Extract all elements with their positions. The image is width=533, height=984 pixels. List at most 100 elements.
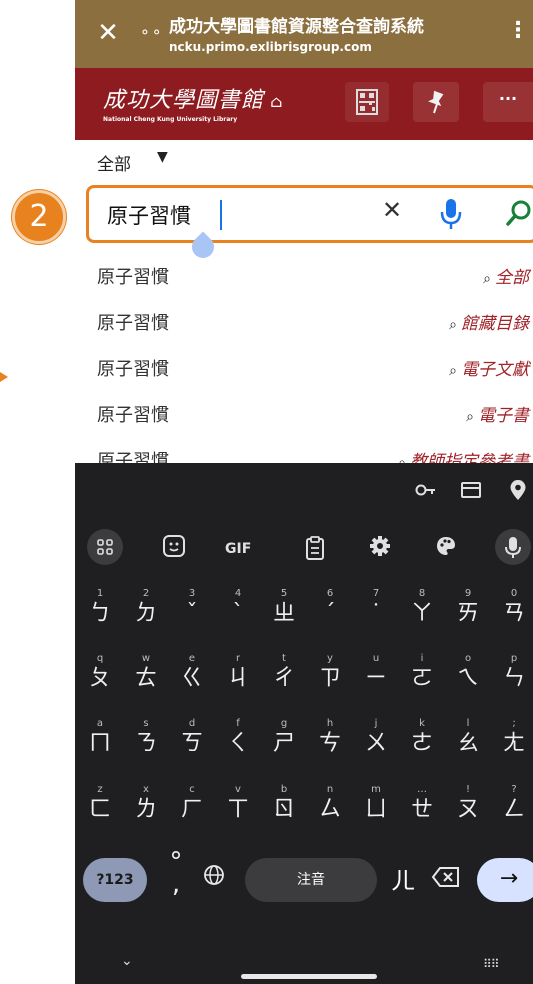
library-header: 成功大學圖書館 ⌂ National Cheng Kung University… xyxy=(75,68,533,140)
keyboard-key[interactable]: ! ㄡ xyxy=(448,783,488,823)
settings-gear-icon[interactable] xyxy=(369,535,391,561)
suggestion-item[interactable]: 原子習慣 ⌕ 館藏目錄 xyxy=(75,301,533,347)
backspace-icon[interactable] xyxy=(431,866,461,892)
keyboard-key[interactable]: xㄌ xyxy=(126,783,166,823)
suggestion-item[interactable]: 原子習慣 ⌕ 電子文獻 xyxy=(75,347,533,393)
search-icon[interactable] xyxy=(504,196,533,236)
keyboard-key[interactable]: wㄊ xyxy=(126,652,166,692)
clear-icon[interactable]: ✕ xyxy=(382,196,402,224)
keyboard-key[interactable]: 9ㄞ xyxy=(448,587,488,627)
close-icon[interactable]: ✕ xyxy=(93,18,123,48)
er-key[interactable]: ㄦ xyxy=(391,861,415,896)
page-title: 成功大學圖書館資源整合查詢系統 xyxy=(169,17,424,37)
punctuation-key[interactable]: °, xyxy=(159,849,193,897)
search-box[interactable]: 原子習慣 ✕ xyxy=(86,185,533,243)
hide-keyboard-icon[interactable]: ⌄ xyxy=(121,953,133,969)
key-label: ㄎ xyxy=(180,731,203,756)
suggestion-item[interactable]: 原子習慣 ⌕ 全部 xyxy=(75,255,533,301)
keyboard-key[interactable]: iㄛ xyxy=(402,652,442,692)
key-hint-label: 3 xyxy=(188,588,196,599)
keyboard-key[interactable]: 3ˇ xyxy=(172,587,212,627)
keyboard-key[interactable]: hㄘ xyxy=(310,717,350,757)
key-hint-label: f xyxy=(236,718,240,729)
gif-button[interactable]: GIF xyxy=(225,541,251,557)
key-label: ㄥ xyxy=(502,797,525,822)
microphone-icon[interactable] xyxy=(439,196,463,236)
keyboard-key[interactable]: aㄇ xyxy=(80,717,120,757)
keyboard-key[interactable]: 1ㄅ xyxy=(80,587,120,627)
qr-code-button[interactable] xyxy=(345,82,389,122)
keyboard-key[interactable]: kㄜ xyxy=(402,717,442,757)
keyboard-key[interactable]: 6ˊ xyxy=(310,587,350,627)
keyboard-key[interactable]: bㄖ xyxy=(264,783,304,823)
key-label: ㄖ xyxy=(272,797,295,822)
apps-grid-button[interactable] xyxy=(87,529,123,565)
key-hint-label: x xyxy=(143,784,149,795)
keyboard-key[interactable]: … ㄝ xyxy=(402,783,442,823)
pin-button[interactable] xyxy=(413,82,459,122)
voice-input-button[interactable] xyxy=(495,529,531,565)
clipboard-icon[interactable] xyxy=(303,535,327,565)
suggestion-item[interactable]: 原子習慣 ⌕ 電子書 xyxy=(75,393,533,439)
key-label: ㄤ xyxy=(502,731,525,756)
keyboard-key[interactable]: uㄧ xyxy=(356,652,396,692)
key-hint-label: d xyxy=(188,718,196,729)
search-scope-dropdown[interactable]: 全部 xyxy=(97,150,131,175)
home-indicator[interactable] xyxy=(241,974,377,979)
key-label: ㄑ xyxy=(226,731,249,756)
location-pin-icon[interactable] xyxy=(509,479,527,501)
key-hint-label: 0 xyxy=(510,588,518,599)
library-logo[interactable]: 成功大學圖書館 ⌂ National Cheng Kung University… xyxy=(103,82,283,123)
keyboard-key[interactable]: eㄍ xyxy=(172,652,212,692)
keyboard-key[interactable]: sㄋ xyxy=(126,717,166,757)
text-cursor xyxy=(220,200,222,230)
keyboard-key[interactable]: rㄐ xyxy=(218,652,258,692)
keyboard-key[interactable]: yㄗ xyxy=(310,652,350,692)
key-hint-label: 6 xyxy=(326,588,334,599)
keyboard-key[interactable]: 7 ˙ xyxy=(356,587,396,627)
space-key[interactable]: 注音 xyxy=(245,858,377,902)
keyboard-key[interactable]: ? ㄥ xyxy=(494,783,533,823)
keyboard-key[interactable]: cㄏ xyxy=(172,783,212,823)
palette-icon[interactable] xyxy=(435,535,457,561)
credit-card-icon[interactable] xyxy=(460,481,482,499)
more-options-button[interactable]: ··· xyxy=(483,82,533,122)
key-hint-label: v xyxy=(235,784,241,795)
keyboard-key[interactable]: 4ˋ xyxy=(218,587,258,627)
key-hint-label: m xyxy=(371,784,381,795)
keyboard-key[interactable]: 5ㄓ xyxy=(264,587,304,627)
keyboard-key[interactable]: mㄩ xyxy=(356,783,396,823)
keyboard-key[interactable]: tㄔ xyxy=(264,652,304,692)
keyboard-key[interactable]: nㄙ xyxy=(310,783,350,823)
suggestion-text: 原子習慣 xyxy=(97,313,169,334)
sticker-icon[interactable] xyxy=(159,533,189,563)
keyboard-key[interactable]: 8ㄚ xyxy=(402,587,442,627)
keyboard-key[interactable]: vㄒ xyxy=(218,783,258,823)
key-label: ㄗ xyxy=(318,666,341,691)
symbols-key[interactable]: ?123 xyxy=(83,858,147,902)
keyboard-key[interactable]: ; ㄤ xyxy=(494,717,533,757)
keyboard-key[interactable]: oㄟ xyxy=(448,652,488,692)
password-key-icon[interactable] xyxy=(415,481,437,499)
key-hint-label: … xyxy=(417,784,427,795)
key-label: ㄉ xyxy=(134,601,157,626)
keyboard-key[interactable]: 2ㄉ xyxy=(126,587,166,627)
keyboard-key[interactable]: qㄆ xyxy=(80,652,120,692)
keyboard-key[interactable]: zㄈ xyxy=(80,783,120,823)
key-hint-label: 2 xyxy=(142,588,150,599)
keyboard-key[interactable]: gㄕ xyxy=(264,717,304,757)
search-input[interactable]: 原子習慣 xyxy=(107,200,191,230)
keyboard-key[interactable]: jㄨ xyxy=(356,717,396,757)
keyboard-switch-icon[interactable]: ⠿⠿ xyxy=(483,957,500,971)
enter-key[interactable]: → xyxy=(477,858,533,902)
keyboard-key[interactable]: 0ㄢ xyxy=(494,587,533,627)
keyboard-key[interactable]: lㄠ xyxy=(448,717,488,757)
browser-menu-icon[interactable]: ⋮ xyxy=(507,18,529,43)
keyboard-key[interactable]: pㄣ xyxy=(494,652,533,692)
keyboard-key[interactable]: dㄎ xyxy=(172,717,212,757)
keyboard-key[interactable]: fㄑ xyxy=(218,717,258,757)
chevron-down-icon[interactable]: ▼ xyxy=(157,149,168,165)
globe-icon[interactable] xyxy=(203,864,225,890)
connection-info-icon[interactable]: ⚬⚬ xyxy=(139,26,162,40)
key-hint-label: u xyxy=(372,653,380,664)
